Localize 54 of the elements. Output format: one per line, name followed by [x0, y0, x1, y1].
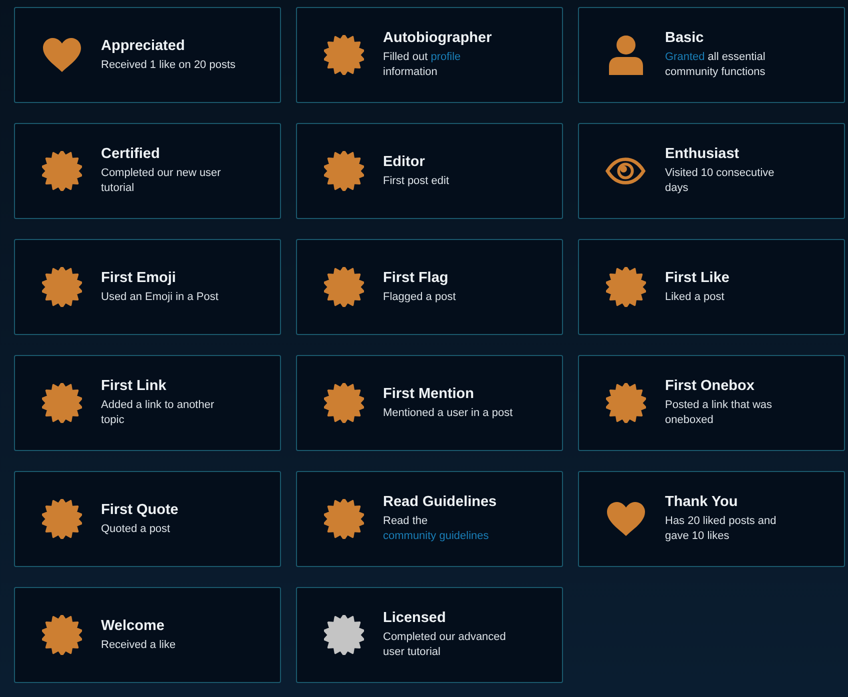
badge-description: Completed our new user tutorial: [101, 166, 222, 196]
badge-title: Autobiographer: [383, 30, 493, 46]
badge-card[interactable]: Enthusiast Visited 10 consecutive days: [578, 123, 845, 219]
badge-title: First Quote: [101, 502, 178, 518]
badge-description: Quoted a post: [101, 522, 172, 536]
badge-card[interactable]: First Like Liked a post: [578, 239, 845, 335]
badge-description: Received a like: [101, 638, 176, 652]
badge-title: First Link: [101, 378, 168, 394]
badge-title: Read Guidelines: [383, 494, 498, 510]
badge-description: Completed our advanced user tutorial: [383, 630, 507, 660]
badge-card[interactable]: Appreciated Received 1 like on 20 posts: [14, 7, 281, 103]
badge-title: Welcome: [101, 618, 166, 634]
badge-title: Certified: [101, 146, 161, 162]
badge-card[interactable]: Editor First post edit: [296, 123, 563, 219]
badge-card[interactable]: Basic Granted all essential community functions: [578, 7, 845, 103]
badge-card[interactable]: Read Guidelines Read the community guidelines: [296, 471, 563, 567]
badge-title: First Like: [665, 270, 730, 286]
badge-card[interactable]: Thank You Has 20 liked posts and gave 10 likes: [578, 471, 845, 567]
badge-title: Thank You: [665, 494, 739, 510]
link[interactable]: profile: [430, 51, 461, 63]
badge-description: First post edit: [383, 174, 450, 188]
badge-card[interactable]: Autobiographer Filled out profile information: [296, 7, 563, 103]
badge-description: Granted all essential community functions: [665, 50, 766, 80]
badge-card[interactable]: First Flag Flagged a post: [296, 239, 563, 335]
badge-description: Liked a post: [665, 290, 726, 304]
link[interactable]: community guidelines: [383, 530, 489, 542]
badge-card[interactable]: First Link Added a link to another topic: [14, 355, 281, 451]
badge-title: Appreciated: [101, 38, 186, 54]
badge-card[interactable]: First Emoji Used an Emoji in a Post: [14, 239, 281, 335]
badge-title: Editor: [383, 154, 426, 170]
badge-card[interactable]: Welcome Received a like: [14, 587, 281, 683]
badge-card[interactable]: First Onebox Posted a link that was oneboxed: [578, 355, 845, 451]
badge-description: Used an Emoji in a Post: [101, 290, 218, 304]
badge-description: Filled out profile information: [383, 50, 462, 80]
link[interactable]: Granted: [665, 51, 705, 63]
badge-description: Received 1 like on 20 posts: [101, 58, 236, 72]
badge-description: Flagged a post: [383, 290, 456, 304]
badge-description: Mentioned a user in a post: [383, 406, 513, 420]
badge-card[interactable]: Certified Completed our new user tutorial: [14, 123, 281, 219]
badge-description: Has 20 liked posts and gave 10 likes: [665, 514, 778, 544]
badge-description: Read the community guidelines: [383, 514, 490, 544]
badge-card[interactable]: First Mention Mentioned a user in a post: [296, 355, 563, 451]
badge-title: First Flag: [383, 270, 450, 286]
badge-description: Added a link to another topic: [101, 398, 216, 428]
badge-title: First Emoji: [101, 270, 177, 286]
badge-card[interactable]: Licensed Completed our advanced user tutorial: [296, 587, 563, 683]
badge-title: First Mention: [383, 386, 476, 402]
badge-title: Enthusiast: [665, 146, 740, 162]
badge-card[interactable]: First Quote Quoted a post: [14, 471, 281, 567]
badge-title: Licensed: [383, 610, 447, 626]
badge-description: Visited 10 consecutive days: [665, 166, 776, 196]
badge-title: Basic: [665, 30, 705, 46]
badge-title: First Onebox: [665, 378, 756, 394]
badge-description: Posted a link that was oneboxed: [665, 398, 774, 428]
